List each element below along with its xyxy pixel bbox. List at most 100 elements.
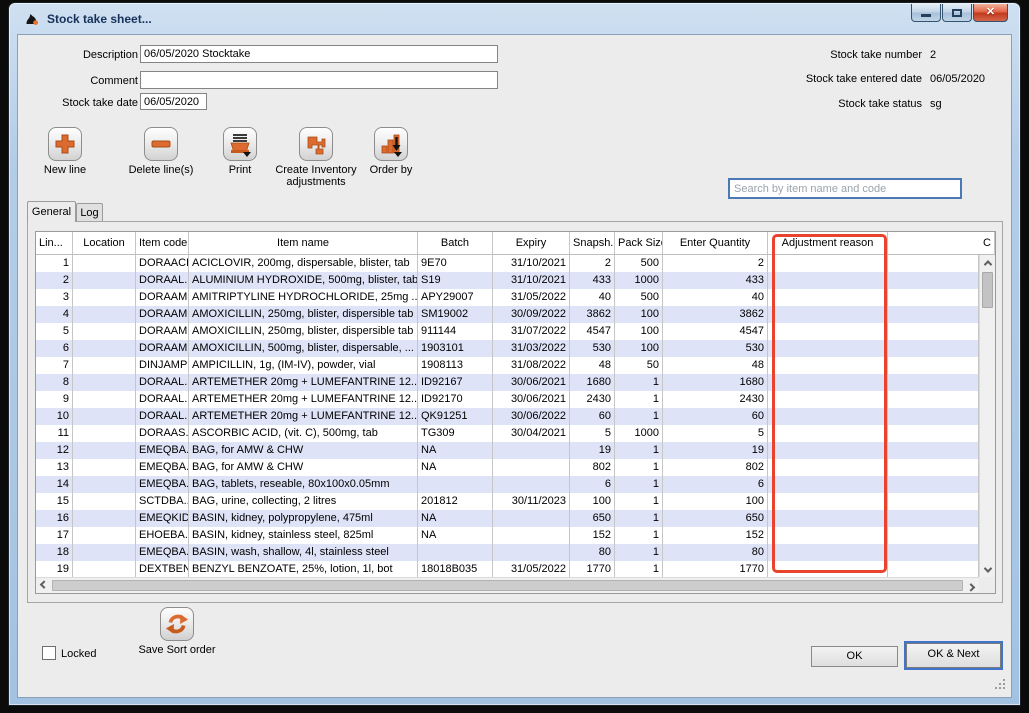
- cell-batch: S19: [418, 272, 493, 289]
- cell-item_name: BASIN, kidney, stainless steel, 825ml: [189, 527, 418, 544]
- table-row[interactable]: 6DORAAM...AMOXICILLIN, 500mg, blister, d…: [36, 340, 979, 357]
- cell-enter_quantity[interactable]: 650: [663, 510, 768, 527]
- table-row[interactable]: 10DORAAL...ARTEMETHER 20mg + LUMEFANTRIN…: [36, 408, 979, 425]
- cell-enter_quantity[interactable]: 3862: [663, 306, 768, 323]
- table-row[interactable]: 1DORAACI...ACICLOVIR, 200mg, dispersable…: [36, 255, 979, 272]
- comment-input[interactable]: [140, 71, 498, 89]
- table-row[interactable]: 5DORAAM...AMOXICILLIN, 250mg, blister, d…: [36, 323, 979, 340]
- cell-item_name: BASIN, kidney, polypropylene, 475ml: [189, 510, 418, 527]
- cell-adjustment_reason: [768, 476, 888, 493]
- cell-enter_quantity[interactable]: 48: [663, 357, 768, 374]
- stock-take-status-label: Stock take status: [718, 98, 922, 110]
- scroll-left-arrow[interactable]: [36, 578, 52, 593]
- cell-enter_quantity[interactable]: 100: [663, 493, 768, 510]
- cell-enter_quantity[interactable]: 4547: [663, 323, 768, 340]
- minimize-button[interactable]: [911, 4, 941, 22]
- scroll-down-arrow[interactable]: [980, 562, 995, 577]
- cell-enter_quantity[interactable]: 80: [663, 544, 768, 561]
- title-bar[interactable]: Stock take sheet... ✕: [9, 3, 1020, 34]
- cell-expiry: [493, 527, 570, 544]
- cell-item_code: DORAAM...: [136, 340, 189, 357]
- tab-general[interactable]: General: [27, 201, 76, 222]
- column-header-c[interactable]: C: [888, 232, 995, 254]
- cell-enter_quantity[interactable]: 6: [663, 476, 768, 493]
- table-row[interactable]: 9DORAAL...ARTEMETHER 20mg + LUMEFANTRINE…: [36, 391, 979, 408]
- vertical-scroll-thumb[interactable]: [982, 272, 993, 308]
- column-header-item_name[interactable]: Item name: [189, 232, 418, 254]
- cell-enter_quantity[interactable]: 5: [663, 425, 768, 442]
- delete-lines-label: Delete line(s): [129, 164, 194, 176]
- cell-adjustment_reason: [768, 323, 888, 340]
- cell-enter_quantity[interactable]: 433: [663, 272, 768, 289]
- table-row[interactable]: 12EMEQBA...BAG, for AMW & CHWNA19119: [36, 442, 979, 459]
- cell-enter_quantity[interactable]: 1770: [663, 561, 768, 577]
- order-by-button[interactable]: Order by: [356, 127, 426, 176]
- cell-item_name: ARTEMETHER 20mg + LUMEFANTRINE 12...: [189, 374, 418, 391]
- cell-location: [73, 255, 136, 272]
- column-header-location[interactable]: Location: [73, 232, 136, 254]
- description-input[interactable]: [140, 45, 498, 63]
- cell-enter_quantity[interactable]: 2: [663, 255, 768, 272]
- table-row[interactable]: 13EMEQBA...BAG, for AMW & CHWNA8021802: [36, 459, 979, 476]
- table-row[interactable]: 19DEXTBEN...BENZYL BENZOATE, 25%, lotion…: [36, 561, 979, 577]
- table-row[interactable]: 4DORAAM...AMOXICILLIN, 250mg, blister, d…: [36, 306, 979, 323]
- table-row[interactable]: 8DORAAL...ARTEMETHER 20mg + LUMEFANTRINE…: [36, 374, 979, 391]
- table-row[interactable]: 17EHOEBA...BASIN, kidney, stainless stee…: [36, 527, 979, 544]
- cell-pack_size: 100: [615, 340, 663, 357]
- tab-log[interactable]: Log: [76, 203, 103, 222]
- cell-enter_quantity[interactable]: 530: [663, 340, 768, 357]
- maximize-button[interactable]: [942, 4, 972, 22]
- cell-enter_quantity[interactable]: 2430: [663, 391, 768, 408]
- cell-adjustment_reason: [768, 459, 888, 476]
- close-button[interactable]: ✕: [973, 4, 1008, 22]
- column-header-batch[interactable]: Batch: [418, 232, 493, 254]
- cell-enter_quantity[interactable]: 19: [663, 442, 768, 459]
- cell-expiry: 30/06/2021: [493, 374, 570, 391]
- table-row[interactable]: 14EMEQBA...BAG, tablets, reseable, 80x10…: [36, 476, 979, 493]
- column-header-item_code[interactable]: Item code: [136, 232, 189, 254]
- vertical-scrollbar[interactable]: [979, 255, 995, 577]
- cell-enter_quantity[interactable]: 802: [663, 459, 768, 476]
- cell-expiry: 31/05/2022: [493, 289, 570, 306]
- cell-line: 8: [36, 374, 73, 391]
- save-sort-order-button[interactable]: Save Sort order: [131, 607, 223, 656]
- ok-button[interactable]: OK: [811, 646, 898, 667]
- locked-checkbox[interactable]: [42, 646, 56, 660]
- delete-lines-button[interactable]: Delete line(s): [118, 127, 204, 176]
- scroll-up-arrow[interactable]: [980, 255, 995, 270]
- horizontal-scrollbar[interactable]: [36, 577, 979, 593]
- cell-item_code: EMEQBA...: [136, 442, 189, 459]
- cell-enter_quantity[interactable]: 60: [663, 408, 768, 425]
- table-row[interactable]: 15SCTDBA...BAG, urine, collecting, 2 lit…: [36, 493, 979, 510]
- sort-refresh-icon: [163, 610, 191, 638]
- column-header-enter_quantity[interactable]: Enter Quantity: [663, 232, 768, 254]
- cell-enter_quantity[interactable]: 1680: [663, 374, 768, 391]
- search-input[interactable]: [728, 178, 962, 199]
- chevron-down-icon: [983, 564, 991, 572]
- column-header-line[interactable]: Lin...: [36, 232, 73, 254]
- table-row[interactable]: 16EMEQKID...BASIN, kidney, polypropylene…: [36, 510, 979, 527]
- column-header-adjustment_reason[interactable]: Adjustment reason: [768, 232, 888, 254]
- cell-batch: NA: [418, 442, 493, 459]
- table-row[interactable]: 18EMEQBA...BASIN, wash, shallow, 4l, sta…: [36, 544, 979, 561]
- horizontal-scroll-thumb[interactable]: [52, 580, 963, 591]
- table-row[interactable]: 3DORAAM...AMITRIPTYLINE HYDROCHLORIDE, 2…: [36, 289, 979, 306]
- stock-take-number-label: Stock take number: [718, 49, 922, 61]
- cell-c: [888, 476, 979, 493]
- column-header-expiry[interactable]: Expiry: [493, 232, 570, 254]
- cell-batch: NA: [418, 527, 493, 544]
- table-row[interactable]: 11DORAAS...ASCORBIC ACID, (vit. C), 500m…: [36, 425, 979, 442]
- ok-next-button[interactable]: OK & Next: [906, 643, 1001, 668]
- new-line-button[interactable]: New line: [30, 127, 100, 176]
- cell-enter_quantity[interactable]: 40: [663, 289, 768, 306]
- resize-grip[interactable]: [995, 679, 1005, 689]
- column-header-snapshot[interactable]: Snapsh...: [570, 232, 615, 254]
- scroll-right-arrow[interactable]: [963, 578, 979, 593]
- table-row[interactable]: 2DORAAL...ALUMINIUM HYDROXIDE, 500mg, bl…: [36, 272, 979, 289]
- column-header-pack_size[interactable]: Pack Size: [615, 232, 663, 254]
- cell-item_code: EHOEBA...: [136, 527, 189, 544]
- cell-pack_size: 1: [615, 476, 663, 493]
- stock-take-date-input[interactable]: [140, 93, 207, 110]
- table-row[interactable]: 7DINJAMPI...AMPICILLIN, 1g, (IM-IV), pow…: [36, 357, 979, 374]
- cell-enter_quantity[interactable]: 152: [663, 527, 768, 544]
